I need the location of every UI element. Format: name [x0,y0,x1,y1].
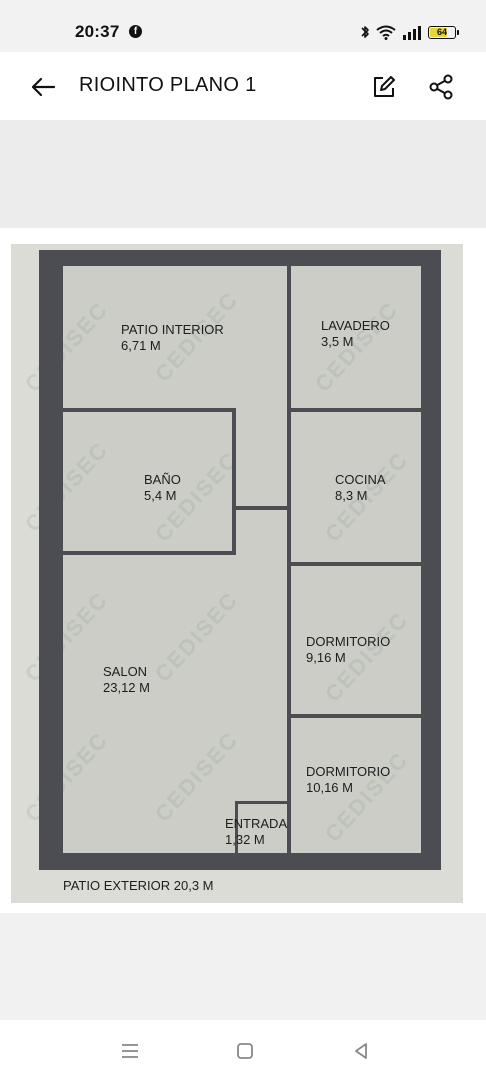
room-label-patio-interior: PATIO INTERIOR 6,71 M [121,322,224,353]
nav-back-button[interactable] [348,1038,374,1064]
edit-icon [374,76,395,97]
wifi-icon [376,25,396,40]
room-label-lavadero: LAVADERO 3,5 M [321,318,390,349]
wall-patio-bano [63,408,234,412]
facebook-icon: f [129,25,142,38]
recents-button[interactable] [117,1038,143,1064]
status-bar: 20:37 f 64 [0,0,486,52]
share-icon [429,74,453,100]
home-icon [237,1043,253,1059]
signal-icon [403,25,421,40]
room-label-dormitorio-2: DORMITORIO 10,16 M [306,764,391,795]
room-label-bano: BAÑO 5,4 M [144,472,181,503]
wall-lavadero-cocina [289,408,423,412]
page-title: RIOINTO PLANO 1 [79,74,257,96]
outer-wall-right [421,250,441,870]
status-time: 20:37 [75,22,120,41]
floor-plan-image[interactable]: CEDISEC CEDISEC CEDISEC CEDISEC CEDISEC … [11,244,463,903]
wall-bano-corridor [234,506,289,510]
exterior-label: PATIO EXTERIOR 20,3 M [63,878,214,893]
room-label-salon: SALON 23,12 M [103,664,150,695]
room-label-entrada: ENTRADA 1,32 M [225,816,288,847]
back-button[interactable] [26,70,60,104]
navigation-bar [0,1020,486,1080]
edit-button[interactable] [368,71,400,103]
app-bar: RIOINTO PLANO 1 [0,52,486,120]
room-label-cocina: COCINA 8,3 M [335,472,386,503]
outer-wall-left [39,250,63,870]
recents-icon [122,1044,138,1058]
wall-entrada-top [235,801,289,804]
wall-cocina-dormitorio [289,562,423,566]
outer-wall-top [39,250,441,266]
wall-bano-right [232,408,236,555]
battery-icon: 64 [428,25,459,39]
wall-dormitorios [289,714,423,718]
viewer-top-margin [0,120,486,228]
status-icons: 64 [360,22,459,42]
battery-level: 64 [436,26,447,37]
home-button[interactable] [232,1038,258,1064]
back-arrow-icon [31,77,56,97]
image-viewer[interactable]: CEDISEC CEDISEC CEDISEC CEDISEC CEDISEC … [0,228,486,913]
outer-wall-bottom [61,853,431,870]
wall-right-column [287,264,291,854]
back-icon [355,1043,367,1059]
wall-bano-salon [63,551,234,555]
share-button[interactable] [425,71,457,103]
viewer-bottom-margin [0,913,486,1020]
room-label-dormitorio-1: DORMITORIO 9,16 M [306,634,391,665]
bluetooth-icon [361,26,369,38]
